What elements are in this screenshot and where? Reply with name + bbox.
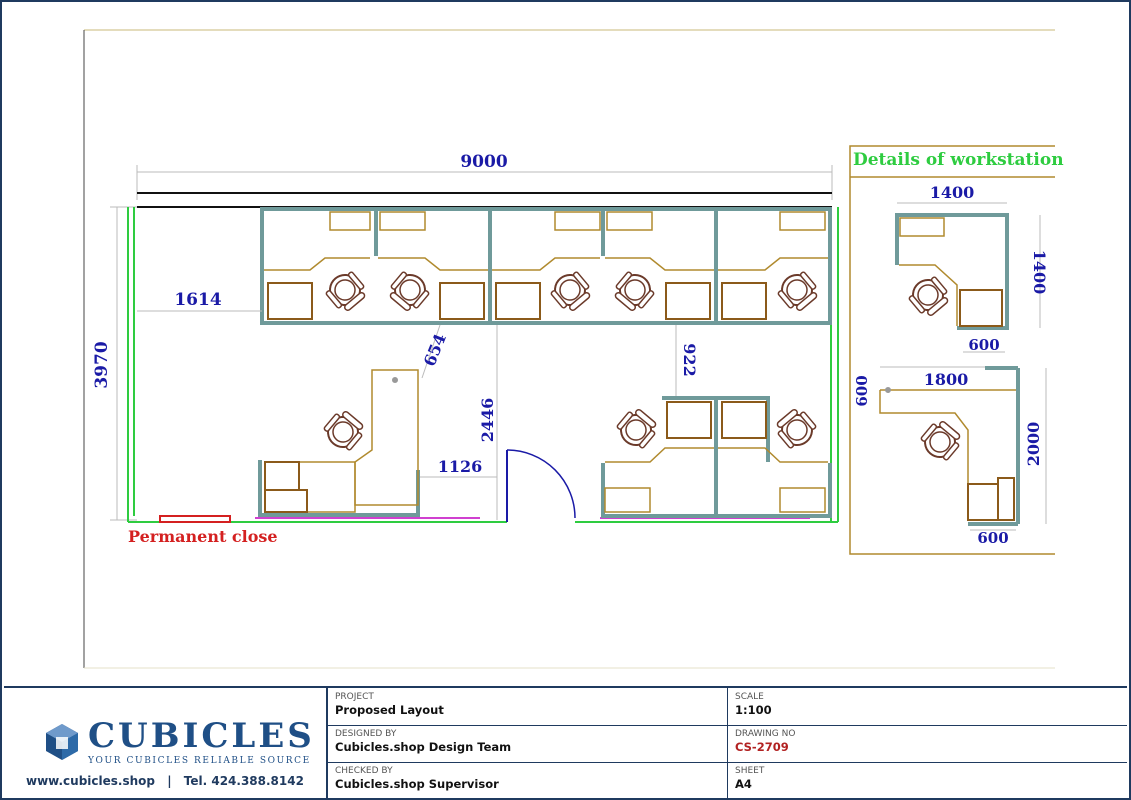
- project-value: Proposed Layout: [335, 703, 444, 717]
- permanent-close-segment: [159, 515, 231, 523]
- drawing-number-label: DRAWING NO: [735, 729, 796, 739]
- scale-label: SCALE: [735, 692, 764, 702]
- sheet-label: SHEET: [735, 766, 765, 776]
- dimension-overall-height: [110, 206, 137, 521]
- checked-label: CHECKED BY: [335, 766, 393, 776]
- logo-tagline: YOUR CUBICLES RELIABLE SOURCE: [88, 756, 311, 766]
- project-cell: PROJECT Proposed Layout: [328, 688, 727, 726]
- dim-detail-l-pedestal: 600: [968, 336, 999, 354]
- phone-number: Tel. 424.388.8142: [183, 774, 304, 788]
- checked-cell: CHECKED BY Cubicles.shop Supervisor: [328, 762, 727, 798]
- dim-diagonal: 654: [420, 331, 450, 369]
- designed-label: DESIGNED BY: [335, 729, 397, 739]
- scale-value: 1:100: [735, 703, 772, 717]
- dim-detail-corner-pedestal: 600: [977, 529, 1008, 547]
- dim-overall-width: 9000: [460, 152, 507, 172]
- detail-l-workstation: [895, 202, 1041, 353]
- designed-cell: DESIGNED BY Cubicles.shop Design Team: [328, 725, 727, 763]
- dim-detail-corner-height: 2000: [1024, 422, 1043, 467]
- exterior-walls: [127, 207, 839, 523]
- floor-plan-drawing: 9000 3970 Permanent close 1614 654 922 2…: [83, 29, 1064, 669]
- permanent-close-label: Permanent close: [128, 527, 278, 546]
- project-label: PROJECT: [335, 692, 374, 702]
- scale-cell: SCALE 1:100: [728, 688, 1127, 726]
- website-link[interactable]: www.cubicles.shop: [26, 774, 155, 788]
- top-workstation-cluster: [260, 207, 832, 325]
- dim-detail-l-height: 1400: [1030, 250, 1049, 295]
- entrance-door: [506, 449, 576, 522]
- company-logo-block: CUBICLES YOUR CUBICLES RELIABLE SOURCE w…: [4, 688, 328, 798]
- cube-logo-icon: [46, 724, 78, 760]
- sheet-value: A4: [735, 777, 752, 791]
- dim-aisle-right: 922: [680, 343, 699, 376]
- drawing-number-value: CS-2709: [735, 740, 789, 754]
- title-block: CUBICLES YOUR CUBICLES RELIABLE SOURCE w…: [4, 686, 1127, 798]
- sheet-cell: SHEET A4: [728, 762, 1127, 798]
- dim-aisle-center: 2446: [478, 398, 497, 443]
- dim-detail-corner-left: 600: [853, 375, 871, 406]
- dim-left-gap: 1614: [174, 290, 221, 310]
- dim-detail-l-width: 1400: [930, 183, 975, 202]
- dim-desk-gap: 1126: [438, 457, 483, 476]
- bottom-workstation-cluster: [601, 396, 832, 518]
- contact-line: www.cubicles.shop | Tel. 424.388.8142: [26, 774, 304, 788]
- checked-value: Cubicles.shop Supervisor: [335, 777, 499, 791]
- dim-detail-corner-width: 1800: [924, 370, 969, 389]
- drawing-number-cell: DRAWING NO CS-2709: [728, 725, 1127, 763]
- designed-value: Cubicles.shop Design Team: [335, 740, 512, 754]
- contact-separator: |: [167, 774, 172, 788]
- details-title: Details of workstation: [853, 150, 1064, 170]
- manager-workstation: [258, 369, 420, 517]
- logo-wordmark: CUBICLES: [88, 716, 315, 756]
- details-panel: [849, 145, 1055, 555]
- dim-overall-height: 3970: [92, 341, 112, 388]
- detail-corner-workstation: [879, 366, 1047, 531]
